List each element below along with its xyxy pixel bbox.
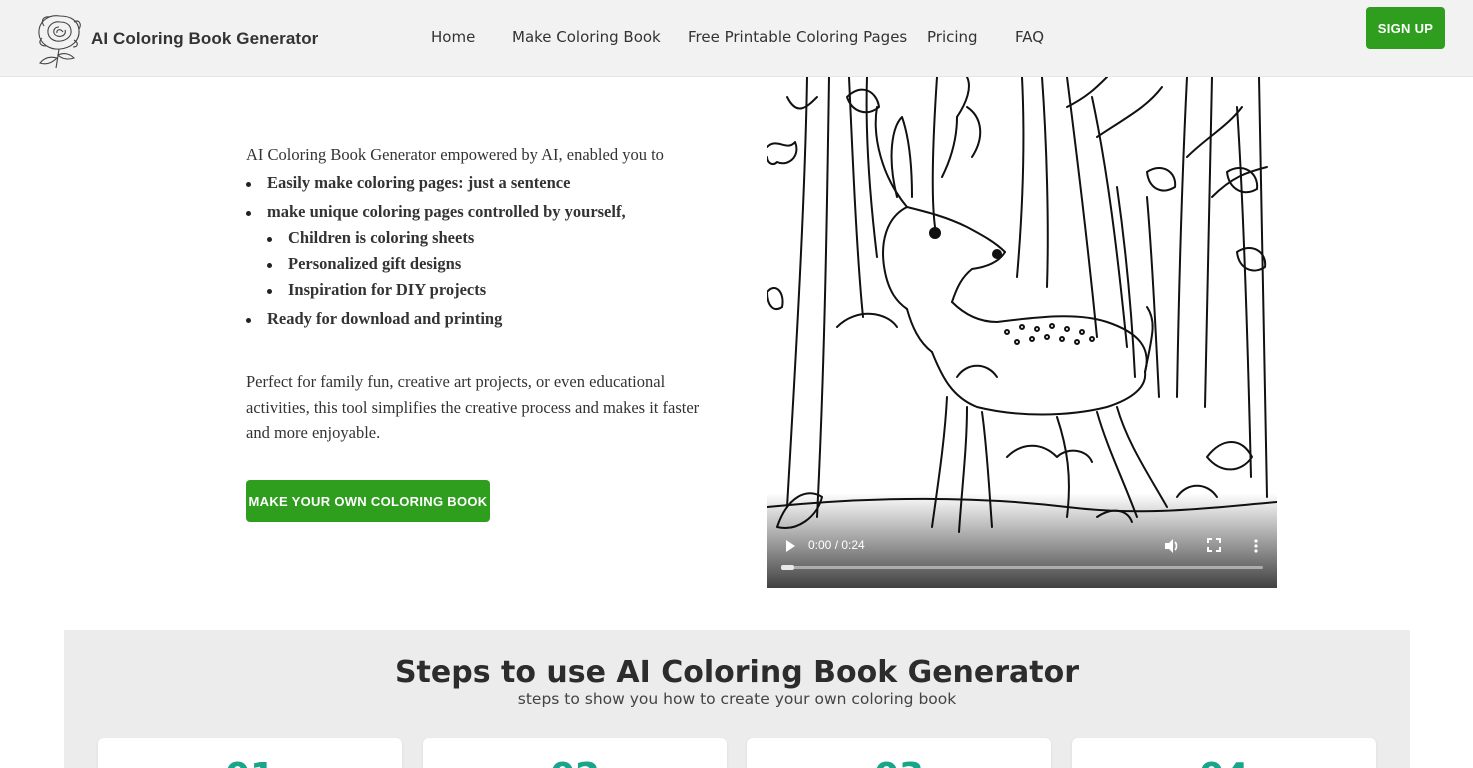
video-progress-bar[interactable] — [781, 565, 1263, 570]
bullet-icon — [246, 182, 251, 187]
bullet-icon — [246, 211, 251, 216]
step-number: 01 — [98, 756, 402, 768]
intro-paragraph: Perfect for family fun, creative art pro… — [246, 372, 700, 442]
fullscreen-icon[interactable] — [1206, 537, 1222, 553]
rose-sketch-icon — [38, 15, 81, 69]
demo-video[interactable]: 0:00 / 0:24 — [767, 77, 1277, 588]
logo[interactable]: AI Coloring Book Generator — [30, 8, 318, 70]
steps-subtitle: steps to show you how to create your own… — [517, 690, 957, 708]
play-icon[interactable] — [783, 539, 797, 553]
bullet-icon — [267, 263, 272, 268]
step-number: 03 — [747, 756, 1051, 768]
site-header: AI Coloring Book Generator Home Make Col… — [0, 0, 1473, 77]
bullet-icon — [246, 318, 251, 323]
video-progress-handle[interactable] — [781, 565, 794, 570]
step-card: 04 — [1072, 738, 1376, 768]
logo-text: AI Coloring Book Generator — [91, 29, 319, 48]
more-options-icon[interactable] — [1251, 537, 1261, 555]
step-card: 03 — [747, 738, 1051, 768]
intro-lead: AI Coloring Book Generator empowered by … — [246, 145, 664, 164]
steps-section: Steps to use AI Coloring Book Generator … — [64, 630, 1410, 768]
step-card: 01 — [98, 738, 402, 768]
nav-pricing[interactable]: Pricing — [927, 28, 978, 46]
sign-up-button[interactable]: SIGN UP — [1366, 7, 1445, 49]
make-coloring-book-button[interactable]: MAKE YOUR OWN COLORING BOOK — [246, 480, 490, 522]
bullet-icon — [267, 237, 272, 242]
nav-faq[interactable]: FAQ — [1015, 28, 1044, 46]
intro-section: AI Coloring Book Generator empowered by … — [246, 144, 716, 328]
video-time: 0:00 / 0:24 — [808, 538, 865, 552]
bullet-icon — [267, 289, 272, 294]
nav-home[interactable]: Home — [431, 28, 475, 46]
volume-icon[interactable] — [1163, 537, 1181, 555]
nav-free-printable-coloring-pages[interactable]: Free Printable Coloring Pages — [688, 28, 907, 46]
nav-make-coloring-book[interactable]: Make Coloring Book — [512, 28, 661, 46]
step-card: 02 — [423, 738, 727, 768]
steps-title: Steps to use AI Coloring Book Generator — [394, 655, 1080, 690]
step-number: 02 — [423, 756, 727, 768]
step-number: 04 — [1072, 756, 1376, 768]
